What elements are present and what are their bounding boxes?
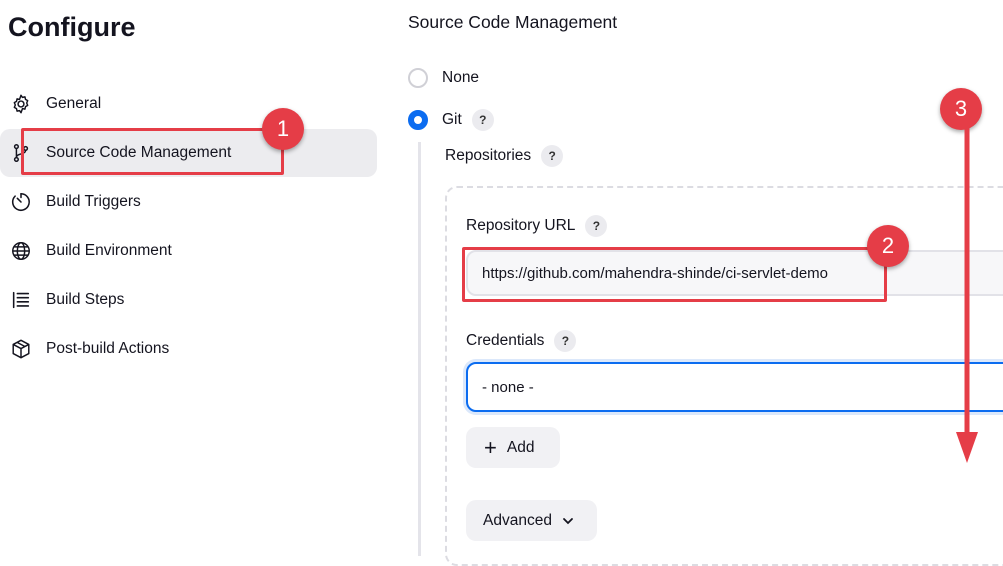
- plus-icon: +: [484, 434, 497, 460]
- radio-none[interactable]: None: [408, 68, 479, 88]
- repository-url-label: Repository URL: [466, 217, 576, 234]
- globe-icon: [8, 238, 34, 264]
- annotation-arrow-down: [956, 120, 978, 463]
- annotation-badge-1: 1: [262, 108, 304, 150]
- help-icon[interactable]: ?: [585, 215, 608, 237]
- sidebar-item-general[interactable]: General: [0, 80, 377, 128]
- sidebar-item-build-environment[interactable]: Build Environment: [0, 227, 377, 275]
- radio-label: None: [442, 69, 480, 86]
- radio-circle-checked[interactable]: [408, 110, 428, 130]
- annotation-highlight-sidebar: [21, 128, 284, 175]
- repository-url-label-row: Repository URL ?: [466, 215, 608, 237]
- page-title: Configure: [8, 12, 136, 42]
- advanced-button-label: Advanced: [483, 511, 552, 529]
- gear-icon: [8, 91, 34, 117]
- sidebar-item-build-triggers[interactable]: Build Triggers: [0, 178, 377, 226]
- advanced-button[interactable]: Advanced: [466, 500, 597, 541]
- radio-label: Git: [442, 111, 462, 128]
- add-button-label: Add: [506, 438, 535, 456]
- annotation-highlight-url: [462, 247, 887, 302]
- radio-git[interactable]: Git ?: [408, 109, 494, 131]
- timer-icon: [8, 189, 34, 215]
- git-section-line: [418, 142, 421, 556]
- sidebar-item-label: Build Steps: [46, 291, 125, 308]
- credentials-value: - none -: [482, 378, 534, 396]
- credentials-label: Credentials: [466, 332, 545, 349]
- credentials-select[interactable]: - none -: [466, 362, 1003, 412]
- help-icon[interactable]: ?: [554, 330, 577, 352]
- sidebar-item-label: Post-build Actions: [46, 340, 170, 357]
- radio-circle[interactable]: [408, 68, 428, 88]
- sidebar: General Source Code Management Build Tri…: [0, 80, 377, 374]
- add-credentials-button[interactable]: + Add: [466, 427, 560, 468]
- help-icon[interactable]: ?: [541, 145, 564, 167]
- chevron-down-icon: [562, 515, 574, 527]
- repositories-label-row: Repositories ?: [445, 145, 564, 167]
- package-icon: [8, 336, 34, 362]
- annotation-badge-2: 2: [867, 225, 909, 267]
- repositories-label: Repositories: [445, 147, 532, 164]
- sidebar-item-label: Build Environment: [46, 242, 172, 259]
- list-icon: [8, 287, 34, 313]
- sidebar-item-build-steps[interactable]: Build Steps: [0, 276, 377, 324]
- sidebar-item-post-build-actions[interactable]: Post-build Actions: [0, 325, 377, 373]
- sidebar-item-label: General: [46, 95, 102, 112]
- section-title: Source Code Management: [408, 12, 618, 32]
- sidebar-item-label: Build Triggers: [46, 193, 141, 210]
- credentials-label-row: Credentials ?: [466, 330, 577, 352]
- help-icon[interactable]: ?: [471, 109, 494, 131]
